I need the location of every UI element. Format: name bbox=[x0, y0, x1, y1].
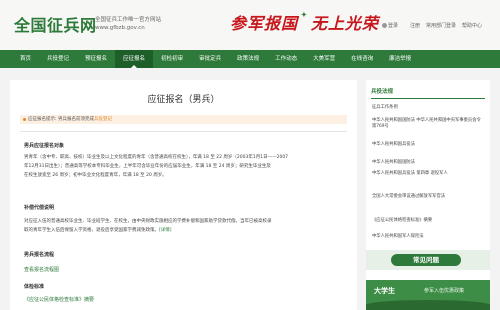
notice-bar: 应征报名提示: 男兵报名前须完成兵役登记 bbox=[20, 115, 347, 124]
sidebar: 兵役法规 征兵工作条例 中华人民共和国国防法 中华人民共和国中央军事委员会令第7… bbox=[366, 80, 490, 310]
seal-icon: ✦ bbox=[301, 10, 308, 19]
section-heading: 男兵应征报名对象 bbox=[24, 143, 65, 149]
slogan-banner: 参军报国 ✦ 无上光荣 bbox=[230, 10, 379, 34]
faq-title: 常见问题 bbox=[391, 254, 461, 266]
login-link[interactable]: 登录 bbox=[382, 23, 404, 29]
logo-subtitle-line: 全国征兵工作唯一官方网站 bbox=[95, 17, 162, 23]
nav-home[interactable]: 首页 bbox=[12, 50, 39, 68]
site-url: www.gfbzb.gov.cn bbox=[95, 25, 145, 31]
site-logo[interactable]: 全国征兵网 bbox=[14, 12, 97, 36]
banner-title: 大学生 bbox=[374, 287, 395, 295]
sidebar-link[interactable]: 征兵工作条例 bbox=[372, 105, 485, 111]
nav-initial-check[interactable]: 初检初审 bbox=[153, 50, 191, 68]
sidebar-link[interactable]: 全国人大常委会审议通过解放军军官法 bbox=[372, 194, 485, 200]
standard-link[interactable]: 《应征公民体格检查标准》摘要 bbox=[24, 296, 94, 303]
nav-report[interactable]: 廉洁举报 bbox=[381, 50, 419, 68]
banner-decoration bbox=[366, 300, 490, 310]
banner-subtitle: 参军入伍优惠政策 bbox=[424, 288, 465, 294]
top-links: 登录 注册 常用部门登录 帮助中心 bbox=[382, 22, 488, 29]
sidebar-link[interactable]: 中华人民共和国兵役法 第四章 退役军人 bbox=[372, 171, 485, 177]
slogan-left: 参军报国 bbox=[230, 14, 299, 33]
nav-registration[interactable]: 兵役登记 bbox=[39, 50, 77, 68]
flowchart-link[interactable]: 查看报名流程图 bbox=[24, 266, 59, 273]
help-center-link[interactable]: 帮助中心 bbox=[462, 23, 482, 29]
eligibility-line: 在校生放宽至 26 周岁；初中毕业文化程度青年，年满 18 至 20 周岁。 bbox=[24, 173, 167, 178]
nav-approval[interactable]: 审批定兵 bbox=[191, 50, 229, 68]
register-link[interactable]: 注册 bbox=[410, 23, 420, 29]
sidebar-link[interactable]: 中华人民共和国军人保险法 bbox=[372, 234, 485, 240]
page-title: 应征报名（男兵） bbox=[147, 95, 220, 105]
eligibility-line: 年12月31日出生）；普通高等学校本专科毕业生，上半年可含毕业年份的应届毕业生，… bbox=[24, 164, 271, 169]
nav-policy[interactable]: 政策法规 bbox=[229, 50, 267, 68]
compensation-text: 对应征入伍的普通高校毕业生、毕业班学生、在校生，由中央财政实施相应的学费补偿和国… bbox=[24, 217, 346, 235]
faq-banner[interactable]: 常见问题 bbox=[366, 250, 490, 270]
sidebar-title: 兵役法规 bbox=[371, 89, 394, 95]
nav-consult[interactable]: 在线咨询 bbox=[343, 50, 381, 68]
logo-subtitle: 全国征兵工作唯一官方网站 www.gfbzb.gov.cn bbox=[95, 16, 161, 32]
compensation-line: 对应征入伍的普通高校毕业生、毕业班学生、在校生，由中央财政实施相应的学费补偿和国… bbox=[24, 219, 272, 224]
details-link[interactable]: [详情] bbox=[159, 228, 172, 233]
nav-news[interactable]: 工作动态 bbox=[267, 50, 305, 68]
nav-enlist-apply[interactable]: 应征报名 bbox=[115, 50, 154, 68]
section-heading: 男兵报名流程 bbox=[24, 252, 55, 258]
slogan-right: 无上光荣 bbox=[310, 14, 379, 33]
divider bbox=[20, 131, 347, 132]
nav-pre-enlist[interactable]: 预征报名 bbox=[77, 50, 115, 68]
site-header: 全国征兵网 全国征兵工作唯一官方网站 www.gfbzb.gov.cn 参军报国… bbox=[0, 0, 500, 50]
section-heading: 体检标准 bbox=[24, 284, 45, 290]
graduate-enlist-banner[interactable]: 大学生 参军入伍优惠政策 bbox=[366, 280, 490, 310]
sidebar-link[interactable]: 中华人民共和国国防法 中华人民共和国中央军事委员会令第769号 bbox=[372, 118, 485, 130]
sidebar-link[interactable]: 《应征公民体格检查标准》摘要 bbox=[372, 218, 485, 224]
notice-text: 应征报名提示: 男兵报名前须完成 bbox=[28, 117, 94, 122]
nav-camp[interactable]: 大美军营 bbox=[305, 50, 343, 68]
section-heading: 补偿代偿说明 bbox=[24, 205, 55, 211]
eligibility-line: 男青年（含中专、职高、技校）毕业生及以上文化程度的青年（含普通高校在校生），年满… bbox=[24, 155, 289, 160]
user-icon bbox=[382, 23, 387, 28]
sidebar-link[interactable]: 中华人民共和国国防法 bbox=[372, 160, 485, 166]
main-panel: 应征报名（男兵） 应征报名提示: 男兵报名前须完成兵役登记 男兵应征报名对象 男… bbox=[10, 80, 357, 310]
main-nav: 首页 兵役登记 预征报名 应征报名 初检初审 审批定兵 政策法规 工作动态 大美… bbox=[0, 50, 500, 68]
sidebar-link[interactable]: 中华人民共和国兵役法 bbox=[372, 142, 485, 148]
compensation-line: 取的青年学生入伍后保留入学资格，退役后享受国家学费减免政策。[详情] bbox=[24, 228, 172, 233]
sidebar-divider bbox=[371, 98, 485, 99]
warning-icon bbox=[23, 118, 26, 121]
dept-login-link[interactable]: 常用部门登录 bbox=[426, 23, 456, 29]
eligibility-text: 男青年（含中专、职高、技校）毕业生及以上文化程度的青年（含普通高校在校生），年满… bbox=[24, 153, 346, 180]
notice-link[interactable]: 兵役登记 bbox=[94, 117, 112, 122]
